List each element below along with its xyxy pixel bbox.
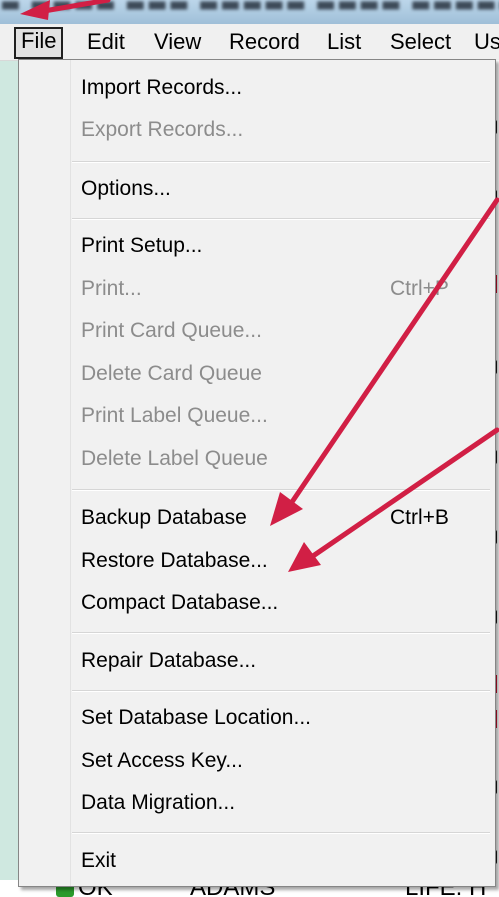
menu-item-exit[interactable]: Exit bbox=[81, 846, 116, 876]
menu-item-data-migration[interactable]: Data Migration... bbox=[81, 788, 235, 818]
menu-separator bbox=[72, 832, 490, 834]
menu-select[interactable]: Select bbox=[385, 28, 456, 56]
menu-item-set-access-key[interactable]: Set Access Key... bbox=[81, 746, 243, 776]
menu-item-export-records[interactable]: Export Records... bbox=[81, 115, 243, 145]
menu-item-print[interactable]: Print... bbox=[81, 274, 142, 304]
menu-edit[interactable]: Edit bbox=[82, 28, 130, 56]
menu-list[interactable]: List bbox=[322, 28, 366, 56]
menu-record[interactable]: Record bbox=[224, 28, 305, 56]
menu-item-print-card-queue[interactable]: Print Card Queue... bbox=[81, 316, 262, 346]
file-menu-dropdown: Import Records... Export Records... Opti… bbox=[18, 59, 496, 887]
shortcut-print: Ctrl+P bbox=[390, 277, 449, 300]
menu-item-backup-database[interactable]: Backup Database bbox=[81, 503, 247, 533]
menu-icon-gutter bbox=[19, 60, 71, 886]
menu-item-import-records[interactable]: Import Records... bbox=[81, 73, 242, 103]
menu-separator bbox=[72, 218, 490, 220]
menu-item-repair-database[interactable]: Repair Database... bbox=[81, 646, 256, 676]
title-bar-blurred-text: ▬ ▬▬▬▬ ▬▬▬ ▬▬▬▬▬ ▬▬▬▬ ▬▬▬▬▬ ▬▬▬ bbox=[0, 0, 499, 17]
menu-file[interactable]: File bbox=[14, 27, 64, 59]
menu-item-print-setup[interactable]: Print Setup... bbox=[81, 231, 202, 261]
menu-separator bbox=[72, 690, 490, 692]
menu-item-restore-database[interactable]: Restore Database... bbox=[81, 546, 268, 576]
menu-item-delete-card-queue[interactable]: Delete Card Queue bbox=[81, 359, 262, 389]
menu-item-compact-database[interactable]: Compact Database... bbox=[81, 588, 278, 618]
menu-item-set-database-location[interactable]: Set Database Location... bbox=[81, 703, 311, 733]
menu-item-delete-label-queue[interactable]: Delete Label Queue bbox=[81, 444, 268, 474]
menu-us[interactable]: Us bbox=[469, 28, 499, 56]
menu-item-print-label-queue[interactable]: Print Label Queue... bbox=[81, 401, 268, 431]
menu-item-options[interactable]: Options... bbox=[81, 174, 171, 204]
shortcut-backup: Ctrl+B bbox=[390, 506, 449, 529]
menu-bar: File Edit View Record List Select Us bbox=[0, 24, 499, 61]
menu-separator bbox=[72, 632, 490, 634]
menu-view[interactable]: View bbox=[149, 28, 206, 56]
menu-separator bbox=[72, 161, 490, 163]
window-title-bar: ▬ ▬▬▬▬ ▬▬▬ ▬▬▬▬▬ ▬▬▬▬ ▬▬▬▬▬ ▬▬▬ bbox=[0, 0, 499, 24]
menu-separator bbox=[72, 489, 490, 491]
